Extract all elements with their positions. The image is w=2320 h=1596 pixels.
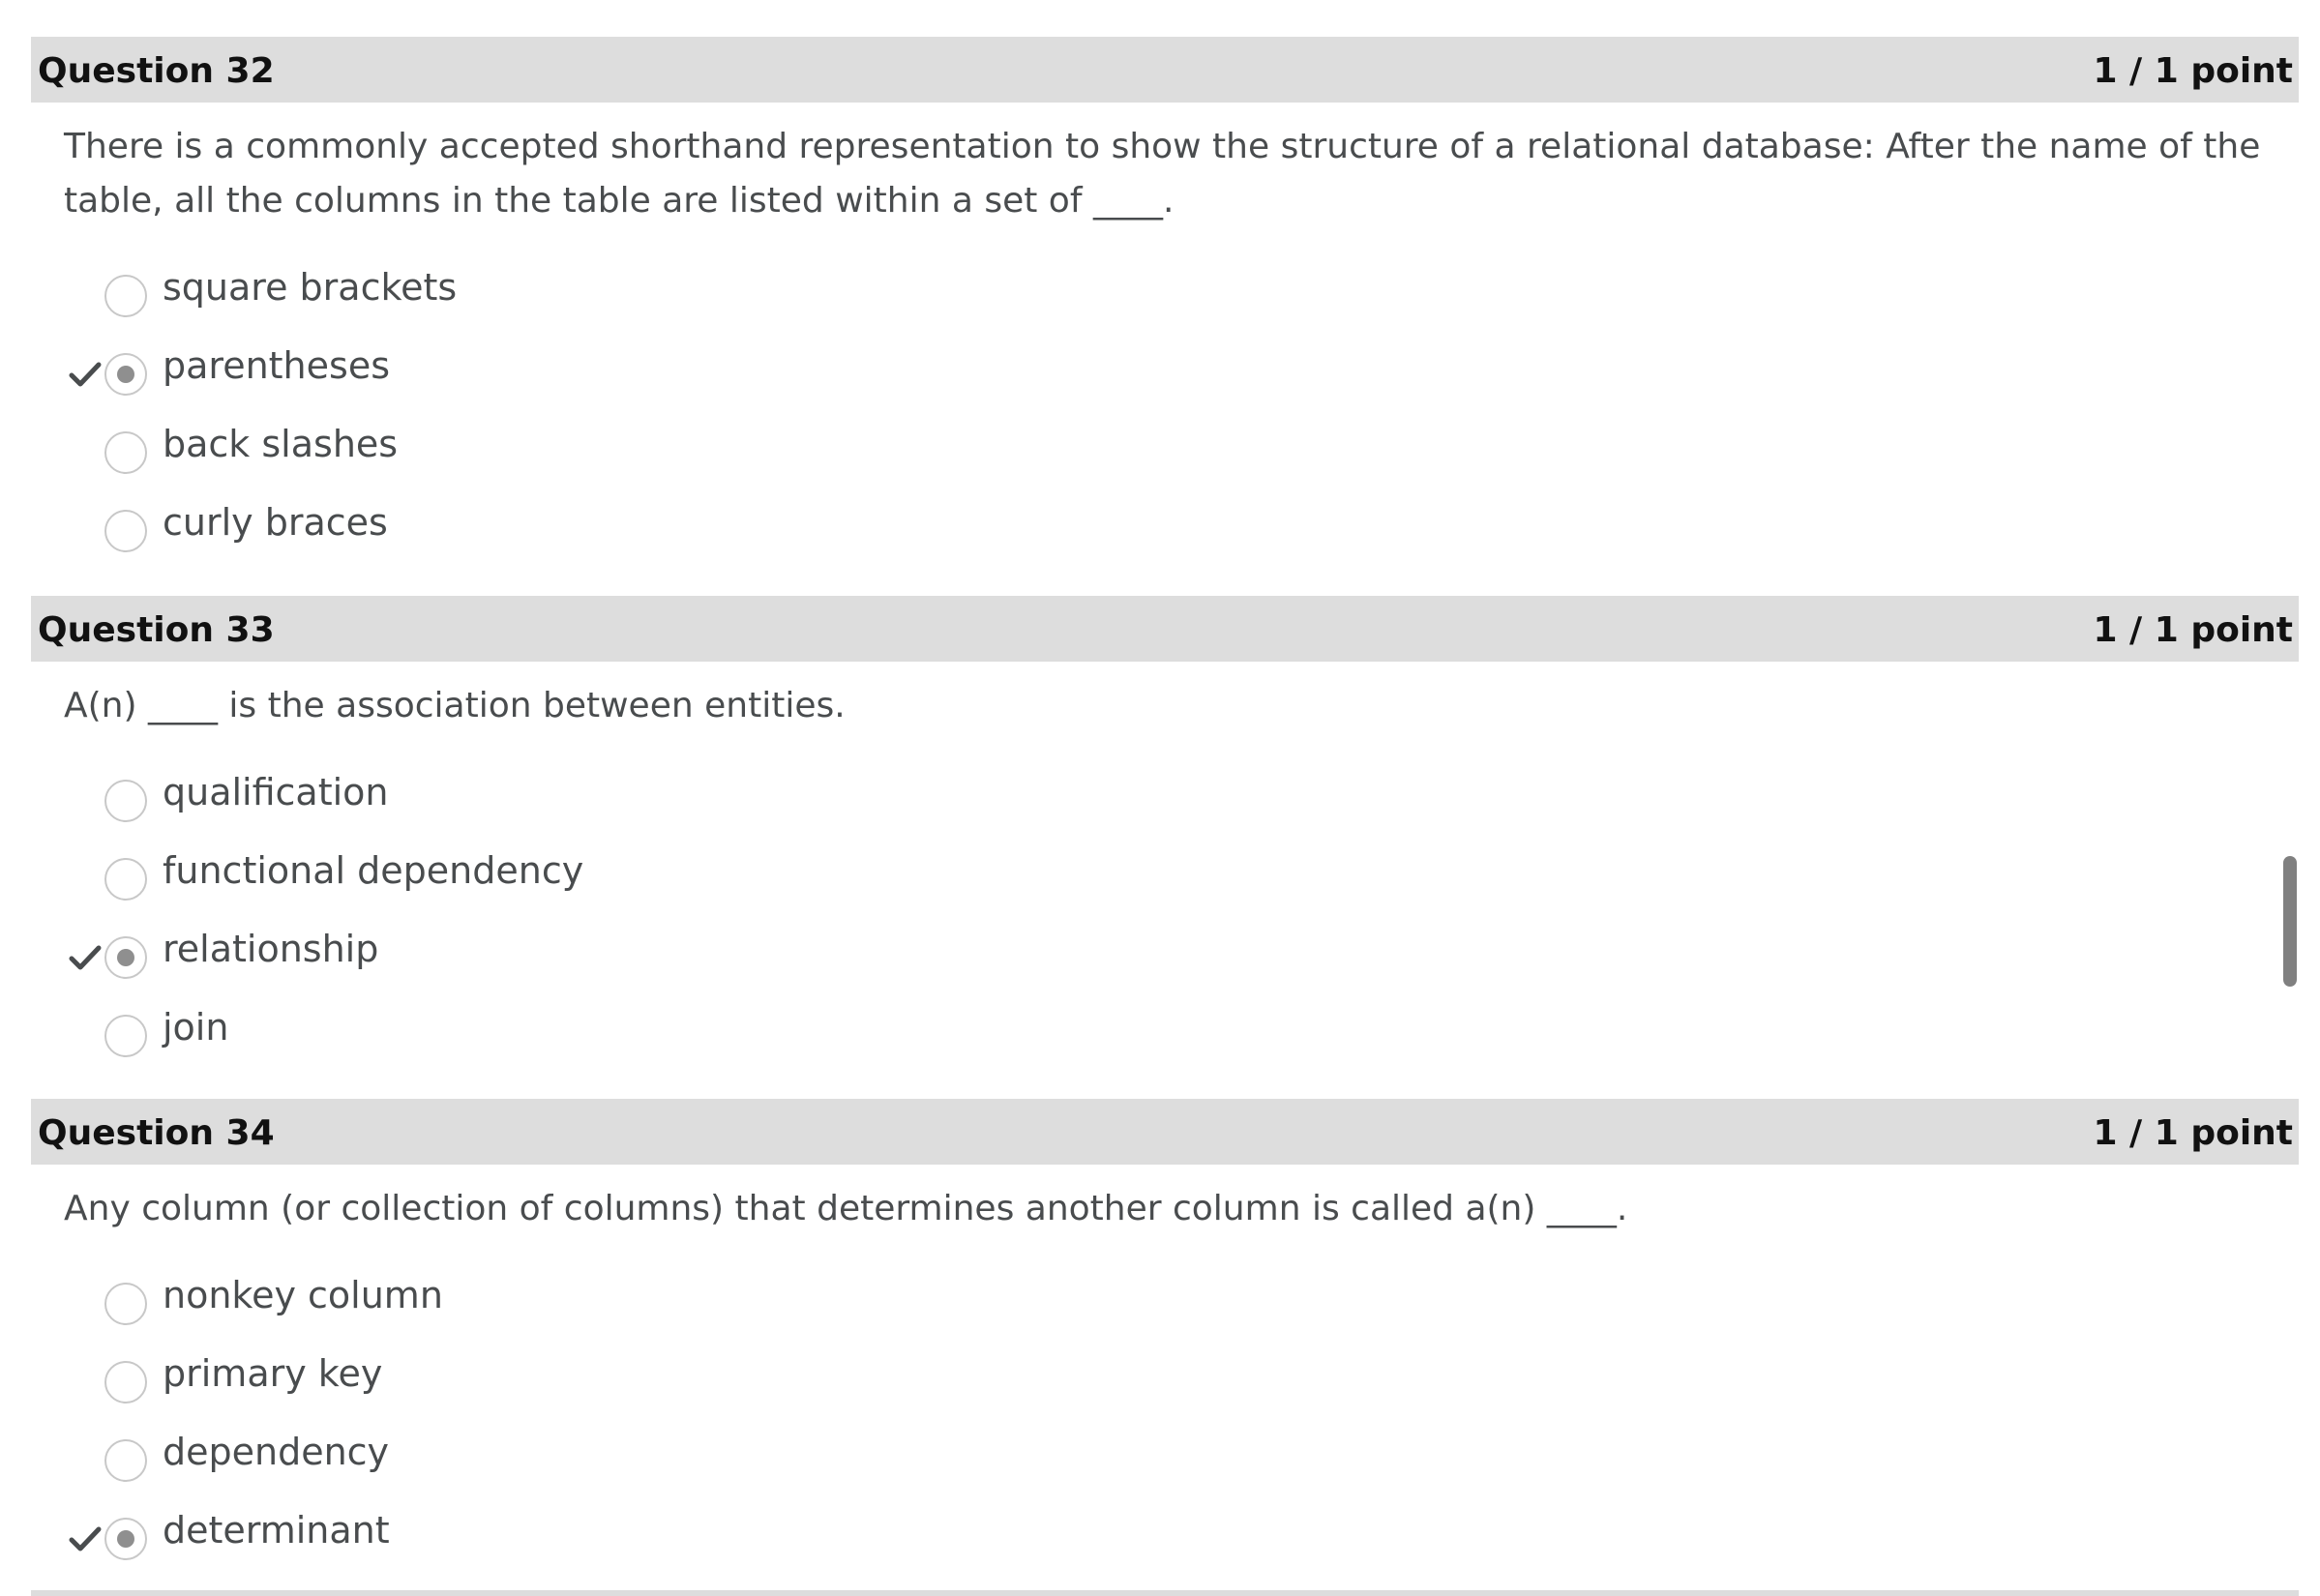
scrollbar-thumb[interactable] bbox=[2283, 856, 2297, 987]
radio-button[interactable] bbox=[104, 1439, 147, 1482]
answer-label: functional dependency bbox=[163, 849, 584, 892]
radio-button-selected[interactable] bbox=[104, 353, 147, 396]
checkmark-icon bbox=[69, 362, 102, 387]
radio-button[interactable] bbox=[104, 780, 147, 822]
answer-label: primary key bbox=[163, 1352, 383, 1395]
radio-button[interactable] bbox=[104, 1361, 147, 1404]
checkmark-icon bbox=[69, 945, 102, 970]
answer-option[interactable]: nonkey column bbox=[31, 1273, 1192, 1331]
radio-button[interactable] bbox=[104, 1015, 147, 1057]
answer-option[interactable]: relationship bbox=[31, 927, 1192, 985]
answer-label: qualification bbox=[163, 771, 389, 813]
answer-label: determinant bbox=[163, 1509, 390, 1552]
question-header: Question 32 1 / 1 point bbox=[31, 37, 2299, 103]
checkmark-icon bbox=[69, 1526, 102, 1552]
section-divider bbox=[31, 1590, 2299, 1596]
radio-button[interactable] bbox=[104, 858, 147, 901]
question-title: Question 32 bbox=[38, 51, 275, 91]
question-title: Question 34 bbox=[38, 1113, 275, 1153]
question-prompt: There is a commonly accepted shorthand r… bbox=[64, 127, 2261, 221]
answer-option[interactable]: parentheses bbox=[31, 343, 1192, 401]
answer-label: back slashes bbox=[163, 423, 399, 465]
radio-button-selected[interactable] bbox=[104, 1518, 147, 1560]
answer-option[interactable]: functional dependency bbox=[31, 848, 1192, 906]
question-points: 1 / 1 point bbox=[2093, 610, 2293, 650]
answer-label: parentheses bbox=[163, 344, 390, 387]
quiz-review-page: Question 32 1 / 1 point There is a commo… bbox=[0, 0, 2320, 1596]
answer-label: nonkey column bbox=[163, 1274, 443, 1316]
answer-label: curly braces bbox=[163, 501, 388, 544]
radio-button[interactable] bbox=[104, 1283, 147, 1325]
answer-option[interactable]: dependency bbox=[31, 1430, 1192, 1488]
radio-button[interactable] bbox=[104, 275, 147, 317]
answer-option[interactable]: determinant bbox=[31, 1508, 1192, 1566]
question-header: Question 34 1 / 1 point bbox=[31, 1099, 2299, 1165]
answer-option[interactable]: back slashes bbox=[31, 422, 1192, 480]
answer-option[interactable]: primary key bbox=[31, 1351, 1192, 1409]
answer-option[interactable]: qualification bbox=[31, 770, 1192, 828]
question-prompt: Any column (or collection of columns) th… bbox=[64, 1189, 1628, 1228]
answer-option[interactable]: curly braces bbox=[31, 500, 1192, 558]
answer-label: square brackets bbox=[163, 266, 458, 309]
question-points: 1 / 1 point bbox=[2093, 1113, 2293, 1153]
answer-option[interactable]: join bbox=[31, 1005, 1192, 1063]
question-points: 1 / 1 point bbox=[2093, 51, 2293, 91]
answer-label: dependency bbox=[163, 1431, 390, 1473]
answer-label: relationship bbox=[163, 928, 379, 970]
question-title: Question 33 bbox=[38, 610, 275, 650]
question-prompt: A(n) ____ is the association between ent… bbox=[64, 686, 846, 725]
question-header: Question 33 1 / 1 point bbox=[31, 596, 2299, 662]
answer-label: join bbox=[163, 1006, 229, 1049]
radio-button[interactable] bbox=[104, 510, 147, 552]
answer-option[interactable]: square brackets bbox=[31, 265, 1192, 323]
radio-button[interactable] bbox=[104, 431, 147, 474]
radio-button-selected[interactable] bbox=[104, 936, 147, 979]
